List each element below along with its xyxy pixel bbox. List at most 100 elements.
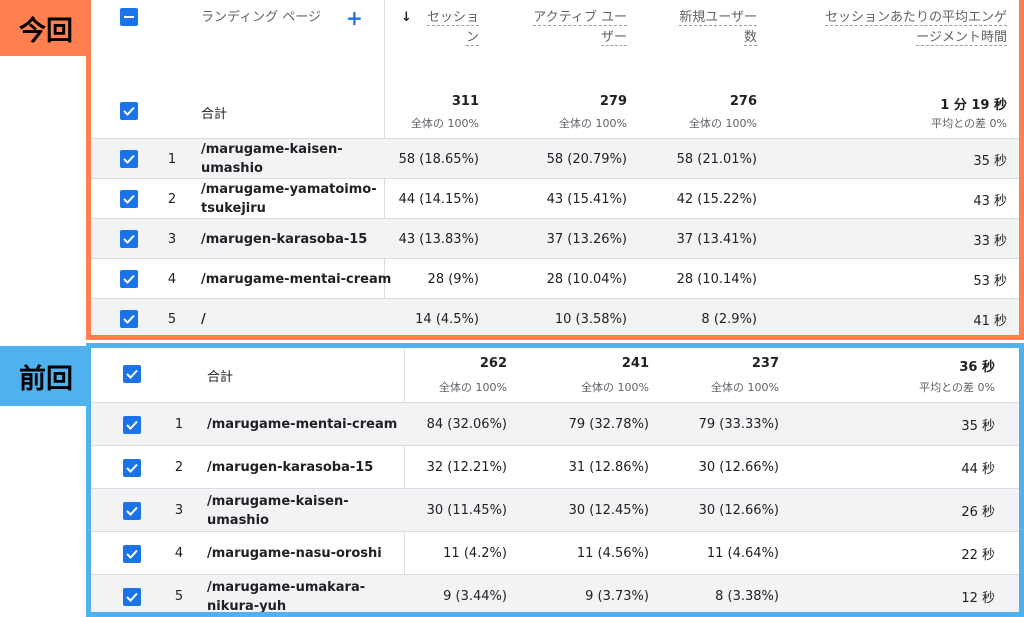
total-checkbox[interactable] — [120, 102, 138, 120]
active-users-value: 37 (13.26%) — [546, 231, 627, 247]
active-users-header[interactable]: アクティブ ユー ザー — [533, 8, 627, 48]
page-path-line2: tsukejiru — [201, 201, 266, 216]
page-path-line1: /marugen-karasoba-15 — [201, 231, 368, 247]
row-index: 3 — [174, 503, 184, 518]
row-checkbox[interactable] — [120, 230, 138, 248]
row-checkbox[interactable] — [120, 190, 138, 208]
row-checkbox[interactable] — [120, 310, 138, 328]
total-checkbox[interactable] — [123, 365, 141, 383]
engagement-time-value: 43 秒 — [973, 193, 1007, 209]
total-new-sub: 全体の 100% — [689, 117, 757, 130]
sort-desc-icon[interactable]: ↓ — [401, 8, 412, 28]
row-index: 2 — [167, 191, 177, 207]
total-active-sub: 全体の 100% — [581, 381, 649, 394]
active-users-value: 10 (3.58%) — [554, 311, 627, 327]
row-checkbox[interactable] — [123, 459, 141, 477]
row-index: 5 — [167, 311, 177, 327]
total-sessions: 311 — [451, 94, 479, 109]
row-checkbox[interactable] — [120, 150, 138, 168]
check-icon — [126, 506, 138, 516]
landing-page-link[interactable]: /marugen-karasoba-15 — [207, 446, 373, 489]
add-dimension-icon[interactable]: + — [346, 8, 363, 28]
landing-page-link[interactable]: /marugame-yamatoimo-tsukejiru — [201, 179, 377, 219]
sessions-value: 14 (4.5%) — [415, 311, 479, 327]
check-icon — [123, 314, 135, 324]
total-label: 合計 — [207, 369, 234, 385]
engagement-time-value: 35 秒 — [961, 419, 995, 434]
label-current-period: 今回 — [0, 0, 92, 56]
new-users-value: 30 (12.66%) — [698, 503, 779, 518]
landing-page-header[interactable]: ランディング ページ — [201, 8, 321, 28]
engagement-time-header[interactable]: セッションあたりの平均エンゲ ージメント時間 — [824, 8, 1007, 48]
total-sessions-sub: 全体の 100% — [411, 117, 479, 130]
row-index: 1 — [174, 417, 184, 432]
new-users-value: 11 (4.64%) — [706, 546, 779, 561]
page-path-line1: /marugame-kaisen- — [201, 142, 343, 157]
row-index: 2 — [174, 460, 184, 475]
total-new: 276 — [729, 94, 757, 109]
previous-period-table: 合計 262 全体の 100% 241 全体の 100% 237 全体の 100… — [86, 343, 1024, 617]
table-row[interactable]: 5/marugame-umakara-nikura-yuh 9 (3.44%) 9 … — [91, 574, 1019, 613]
total-eng-sub: 平均との差 0% — [919, 381, 995, 394]
engagement-time-value: 12 秒 — [961, 591, 995, 606]
minus-icon — [124, 16, 134, 18]
total-label: 合計 — [201, 106, 228, 122]
table-row[interactable]: 2/marugame-yamatoimo-tsukejiru 44 (14.15%… — [91, 178, 1019, 218]
sessions-value: 43 (13.83%) — [398, 231, 479, 247]
page-path-line1: /marugame-nasu-oroshi — [207, 546, 382, 561]
table-row[interactable]: 5 / 14 (4.5%) 10 (3.58%) 8 (2.9%) 41 秒 — [91, 298, 1019, 335]
total-sessions: 262 — [479, 356, 507, 371]
landing-page-link[interactable]: /marugame-mentai-cream — [207, 403, 397, 446]
total-eng: 1 分 19 秒 — [940, 98, 1007, 113]
sessions-value: 11 (4.2%) — [443, 546, 507, 561]
new-users-value: 30 (12.66%) — [698, 460, 779, 475]
new-users-value: 8 (3.38%) — [715, 589, 779, 604]
total-sessions-sub: 全体の 100% — [439, 381, 507, 394]
table-row[interactable]: 4/marugame-mentai-cream 28 (9%) 28 (10.04%… — [91, 258, 1019, 298]
landing-page-link[interactable]: / — [201, 299, 206, 335]
landing-page-link[interactable]: /marugame-nasu-oroshi — [207, 532, 382, 575]
landing-page-link[interactable]: /marugen-karasoba-15 — [201, 219, 367, 259]
new-users-value: 28 (10.14%) — [676, 271, 757, 287]
landing-page-link[interactable]: /marugame-mentai-cream — [201, 259, 391, 299]
row-checkbox[interactable] — [123, 502, 141, 520]
select-all-checkbox[interactable] — [120, 8, 138, 26]
sessions-header[interactable]: セッション — [426, 8, 479, 48]
table-row[interactable]: 2/marugen-karasoba-15 32 (12.21%) 31 (12.8… — [91, 445, 1019, 488]
landing-page-link[interactable]: /marugame-kaisen-umashio — [207, 489, 349, 532]
total-active: 241 — [621, 356, 649, 371]
table-row[interactable]: 3/marugame-kaisen-umashio 30 (11.45%) 30 (… — [91, 488, 1019, 531]
engagement-time-value: 26 秒 — [961, 505, 995, 520]
row-checkbox[interactable] — [123, 588, 141, 606]
landing-page-link[interactable]: /marugame-umakara-nikura-yuh — [207, 575, 365, 613]
new-users-value: 42 (15.22%) — [676, 191, 757, 207]
total-row: 合計 262 全体の 100% 241 全体の 100% 237 全体の 100… — [91, 348, 1019, 402]
active-users-value: 11 (4.56%) — [576, 546, 649, 561]
current-period-table: ランディング ページ + ↓ セッション アクティブ ユー ザー 新規ユーザー数 … — [86, 0, 1024, 340]
row-checkbox[interactable] — [123, 545, 141, 563]
check-icon — [123, 234, 135, 244]
table-row[interactable]: 3/marugen-karasoba-15 43 (13.83%) 37 (13.2… — [91, 218, 1019, 258]
sessions-value: 58 (18.65%) — [398, 151, 479, 167]
sessions-value: 84 (32.06%) — [426, 417, 507, 432]
active-users-value: 30 (12.45%) — [568, 503, 649, 518]
active-users-value: 79 (32.78%) — [568, 417, 649, 432]
new-users-header[interactable]: 新規ユーザー数 — [679, 8, 757, 48]
engagement-time-value: 44 秒 — [961, 462, 995, 477]
new-users-value: 37 (13.41%) — [676, 231, 757, 247]
total-eng: 36 秒 — [959, 360, 995, 375]
row-checkbox[interactable] — [123, 416, 141, 434]
sessions-value: 30 (11.45%) — [426, 503, 507, 518]
table-row[interactable]: 4/marugame-nasu-oroshi 11 (4.2%) 11 (4.56%… — [91, 531, 1019, 574]
engagement-time-value: 22 秒 — [961, 548, 995, 563]
page-path-line1: /marugame-mentai-cream — [201, 271, 392, 287]
table-row[interactable]: 1/marugame-kaisen-umashio 58 (18.65%) 58 (… — [91, 138, 1019, 178]
sessions-value: 28 (9%) — [427, 271, 479, 287]
check-icon — [123, 154, 135, 164]
page-path-line1: /marugame-kaisen- — [207, 493, 349, 509]
row-checkbox[interactable] — [120, 270, 138, 288]
total-new-sub: 全体の 100% — [711, 381, 779, 394]
landing-page-link[interactable]: /marugame-kaisen-umashio — [201, 139, 343, 179]
check-icon — [126, 592, 138, 602]
table-row[interactable]: 1/marugame-mentai-cream 84 (32.06%) 79 (32… — [91, 402, 1019, 445]
